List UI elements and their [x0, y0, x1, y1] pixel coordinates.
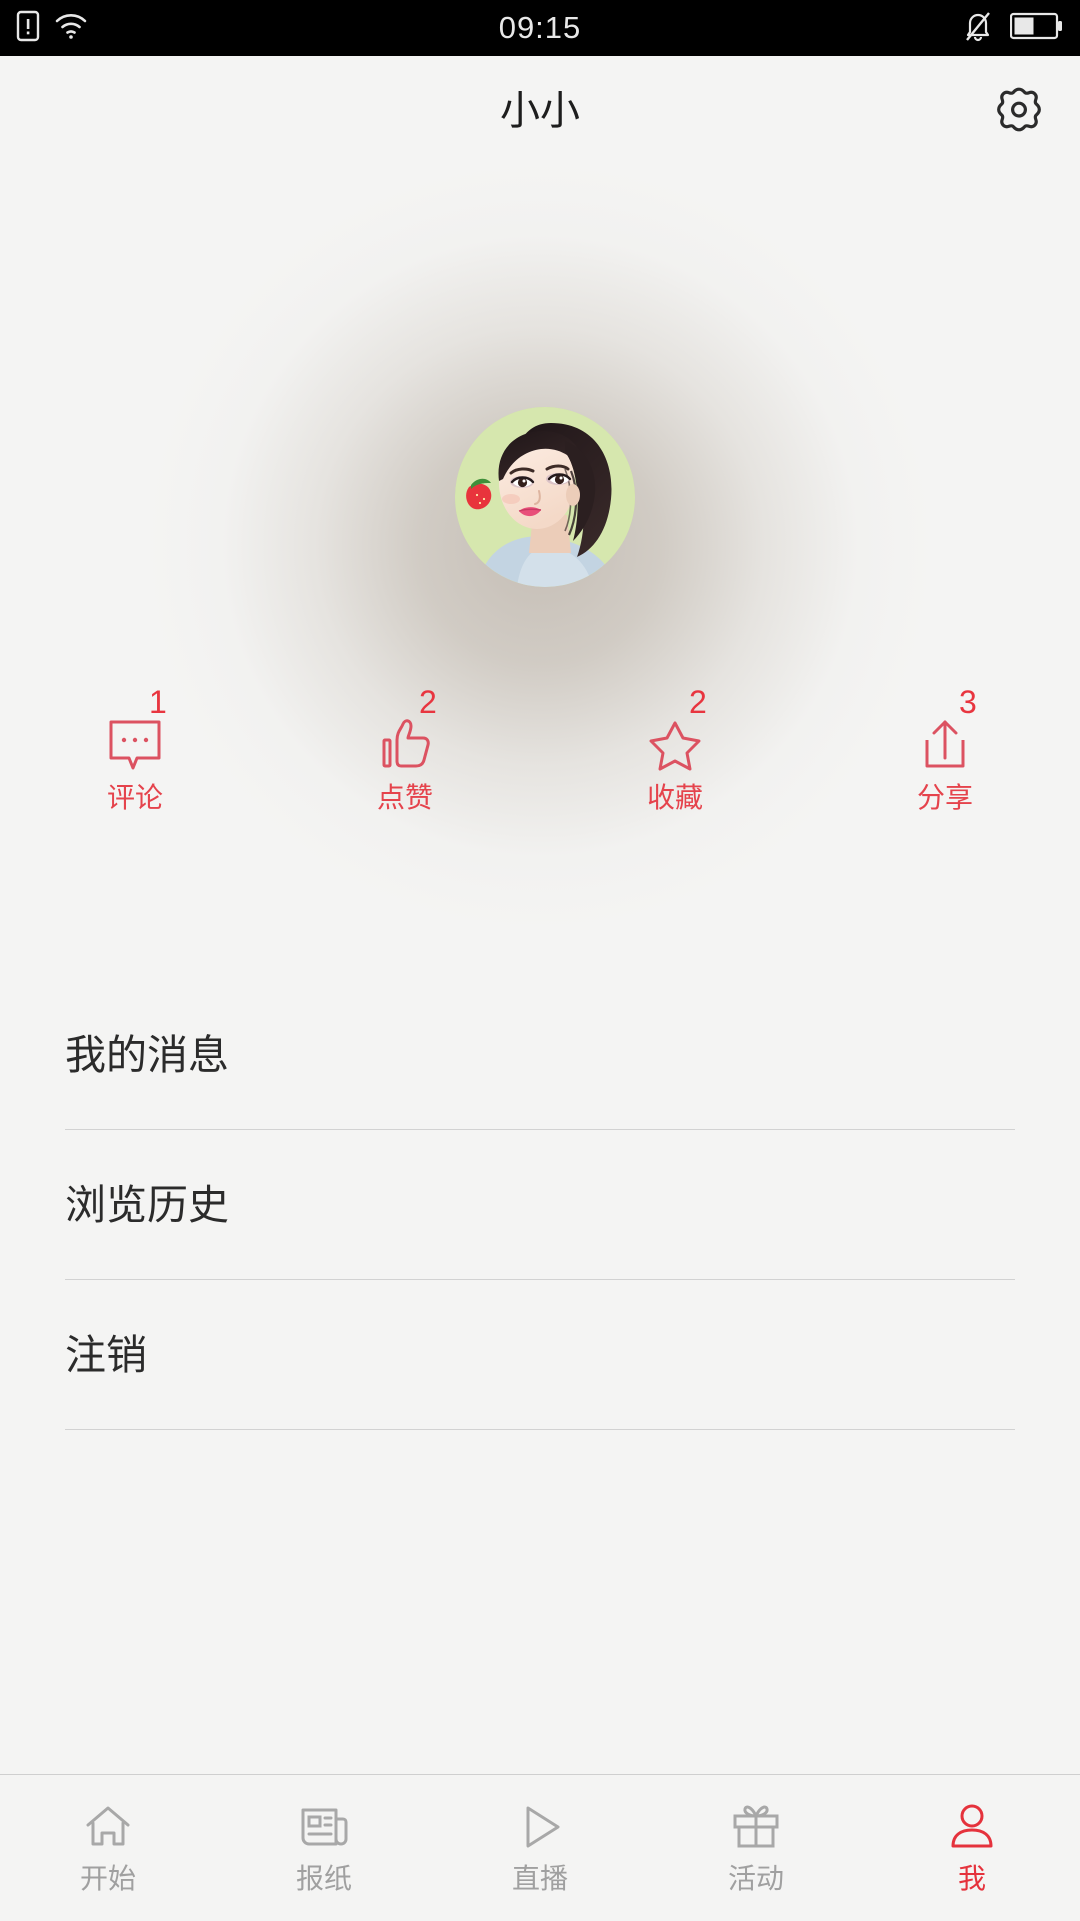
stat-label-comments: 评论 — [0, 784, 270, 812]
stat-badge-likes: 2 — [419, 686, 437, 718]
status-bar-right-icons — [964, 0, 1062, 56]
bell-muted-icon — [964, 10, 992, 47]
status-bar-clock: 09:15 — [0, 0, 1080, 56]
comment-bubble-icon — [107, 716, 163, 774]
play-triangle-icon — [514, 1801, 566, 1853]
stats-row: 1 评论 2 点赞 2 收藏 3 分享 — [0, 690, 1080, 820]
nav-item-home[interactable]: 开始 — [0, 1775, 216, 1921]
stat-item-likes[interactable]: 2 点赞 — [270, 690, 540, 820]
stat-badge-comments: 1 — [149, 686, 167, 718]
gift-icon — [730, 1801, 782, 1853]
menu-item-label: 浏览历史 — [65, 1130, 229, 1280]
nav-item-newspaper[interactable]: 报纸 — [216, 1775, 432, 1921]
menu-item-label: 我的消息 — [65, 980, 229, 1130]
nav-item-me[interactable]: 我 — [864, 1775, 1080, 1921]
menu-item-label: 注销 — [65, 1280, 147, 1430]
stat-label-likes: 点赞 — [270, 784, 540, 812]
status-bar: 09:15 — [0, 0, 1080, 56]
page-title: 小小 — [0, 56, 1080, 166]
newspaper-icon — [298, 1801, 350, 1853]
avatar[interactable] — [455, 407, 635, 587]
star-outline-icon — [647, 716, 703, 774]
menu-divider — [65, 1429, 1015, 1430]
stat-item-comments[interactable]: 1 评论 — [0, 690, 270, 820]
thumbs-up-icon — [377, 716, 433, 774]
stat-label-favorites: 收藏 — [540, 784, 810, 812]
nav-label-newspaper: 报纸 — [216, 1865, 432, 1893]
menu-item-browsing-history[interactable]: 浏览历史 — [0, 1130, 1080, 1280]
nav-label-activities: 活动 — [648, 1865, 864, 1893]
stat-badge-share: 3 — [959, 686, 977, 718]
stat-item-share[interactable]: 3 分享 — [810, 690, 1080, 820]
nav-item-activities[interactable]: 活动 — [648, 1775, 864, 1921]
stat-item-favorites[interactable]: 2 收藏 — [540, 690, 810, 820]
share-upload-icon — [917, 716, 973, 774]
home-icon — [82, 1801, 134, 1853]
settings-button[interactable] — [992, 85, 1046, 139]
battery-icon — [1010, 12, 1062, 45]
stat-label-share: 分享 — [810, 784, 1080, 812]
nav-label-me: 我 — [864, 1865, 1080, 1893]
menu-list: 我的消息 浏览历史 注销 — [0, 980, 1080, 1430]
person-icon — [946, 1801, 998, 1853]
nav-label-home: 开始 — [0, 1865, 216, 1893]
nav-label-live: 直播 — [432, 1865, 648, 1893]
app-header: 小小 — [0, 56, 1080, 166]
gear-icon — [992, 85, 1046, 139]
user-avatar-photo — [455, 407, 635, 587]
stat-badge-favorites: 2 — [689, 686, 707, 718]
menu-item-logout[interactable]: 注销 — [0, 1280, 1080, 1430]
nav-item-live[interactable]: 直播 — [432, 1775, 648, 1921]
menu-item-my-messages[interactable]: 我的消息 — [0, 980, 1080, 1130]
bottom-navigation-bar: 开始 报纸 直播 — [0, 1774, 1080, 1920]
